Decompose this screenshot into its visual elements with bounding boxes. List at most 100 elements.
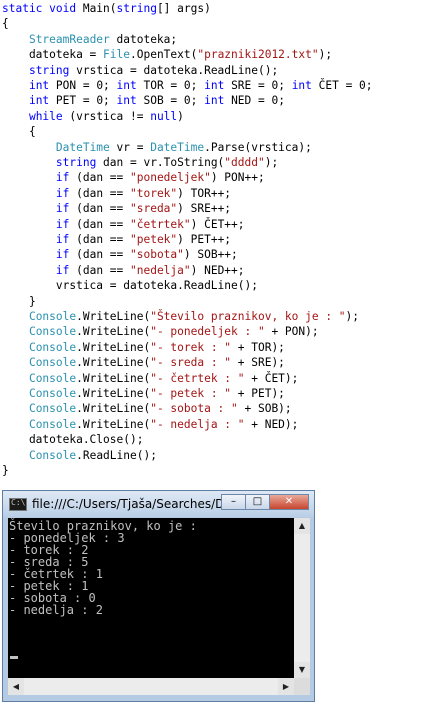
code-token: ) ČET++; [190, 217, 245, 231]
code-token: .OpenText( [130, 48, 198, 62]
code-token: .Parse(vrstica); [204, 140, 312, 154]
code-line: Console.WriteLine("- petek : " + PET); [2, 386, 285, 401]
code-token: if [55, 263, 70, 277]
code-token: .WriteLine( [76, 325, 151, 339]
code-token: Console [28, 340, 77, 354]
code-token: if [55, 186, 70, 200]
code-token: if [55, 217, 70, 231]
code-line: } [2, 294, 36, 309]
close-button[interactable]: ✕ [269, 494, 309, 510]
code-line: if (dan == "torek") TOR++; [2, 186, 231, 201]
code-token: ); [345, 310, 360, 323]
code-line: StreamReader datoteka; [2, 32, 177, 47]
code-token: Console [28, 387, 77, 400]
code-token: int [28, 79, 50, 92]
code-token: + TOR); [231, 340, 285, 354]
scroll-left-arrow-icon[interactable]: ◀ [8, 678, 24, 695]
code-line: if (dan == "četrtek") ČET++; [2, 217, 245, 232]
code-line: int PON = 0; int TOR = 0; int SRE = 0; i… [2, 78, 373, 93]
vertical-scrollbar[interactable]: ▲ ▼ [294, 518, 310, 678]
code-line: Console.WriteLine("- sobota : " + SOB); [2, 401, 292, 416]
console-window: C:\ file:///C:/Users/Tjaša/Searches/D...… [2, 490, 315, 702]
code-token: (dan == [69, 186, 130, 200]
minimize-button[interactable]: – [221, 494, 246, 510]
code-token: "četrtek" [130, 217, 191, 231]
code-token: vr = [109, 140, 151, 154]
code-token: "dddd" [224, 156, 265, 169]
code-line: string dan = vr.ToString("dddd"); [2, 155, 278, 170]
code-token: TOR = 0; [136, 79, 205, 92]
console-title-bar[interactable]: C:\ file:///C:/Users/Tjaša/Searches/D...… [3, 491, 314, 517]
code-token: .WriteLine( [76, 417, 151, 431]
code-token: + SOB); [237, 402, 292, 416]
console-output[interactable]: Število praznikov, ko je :- ponedeljek :… [8, 518, 294, 695]
code-token: DateTime [150, 140, 205, 154]
code-token: "- nedelja : " [150, 417, 245, 431]
code-line: Console.WriteLine("- ponedeljek : " + PO… [2, 324, 319, 339]
code-token: (dan == [69, 263, 130, 277]
code-token: ); [264, 156, 279, 169]
code-token: "Število praznikov, ko je : " [150, 310, 346, 323]
scroll-down-arrow-icon[interactable]: ▼ [294, 662, 310, 678]
code-token: Main( [82, 2, 117, 15]
code-token: { [2, 125, 36, 139]
code-token: if [55, 202, 70, 216]
code-line: Console.WriteLine("- sreda : " + SRE); [2, 355, 285, 370]
code-token: int [116, 94, 137, 108]
scroll-up-arrow-icon[interactable]: ▲ [294, 518, 310, 534]
code-token: "- torek : " [150, 340, 232, 354]
code-token: Console [28, 448, 77, 462]
code-line: datoteka.Close(); [2, 432, 144, 447]
code-token: int [204, 79, 225, 92]
code-token: } [2, 294, 36, 308]
scroll-right-arrow-icon[interactable]: ▶ [278, 678, 294, 695]
horizontal-scrollbar[interactable]: ◀ ▶ [8, 678, 294, 695]
code-token: .ReadLine(); [76, 448, 157, 462]
code-token: (dan == [69, 248, 130, 262]
code-token: vrstica = datoteka.ReadLine(); [2, 279, 258, 293]
code-token: if [55, 171, 70, 185]
code-token: ) SRE++; [177, 202, 232, 216]
code-token: "prazniki2012.txt" [197, 48, 319, 62]
code-token: "- sobota : " [150, 402, 238, 416]
code-token: string [28, 63, 70, 77]
code-token: int [28, 94, 50, 108]
code-editor: static void Main(string[] args){ StreamR… [2, 1, 426, 481]
code-line: while (vrstica != null) [2, 109, 184, 124]
code-token: while [28, 109, 63, 123]
code-token: ) PON++; [210, 171, 265, 185]
code-line: datoteka = File.OpenText("prazniki2012.t… [2, 47, 332, 62]
code-line: if (dan == "nedelja") NED++; [2, 263, 245, 278]
code-token: + NED); [244, 417, 299, 431]
console-output-line: - nedelja : 2 [9, 603, 103, 617]
code-line: if (dan == "sreda") SRE++; [2, 201, 231, 216]
code-token: string [55, 156, 97, 169]
code-token: [] args) [156, 2, 211, 15]
code-token: { [2, 17, 9, 31]
code-token: "- sreda : " [150, 356, 232, 370]
code-token: datoteka.Close(); [2, 433, 144, 447]
code-line: if (dan == "sobota") SOB++; [2, 247, 238, 262]
code-token: NED = 0; [224, 94, 285, 108]
code-token: ) NED++; [190, 263, 245, 277]
resize-grip[interactable] [294, 678, 310, 695]
code-token: "petek" [130, 233, 178, 246]
maximize-button[interactable]: □ [245, 494, 270, 510]
code-token: (dan == [69, 217, 130, 231]
console-window-title: file:///C:/Users/Tjaša/Searches/D... [32, 497, 236, 511]
code-token: "- četrtek : " [150, 371, 245, 385]
console-app-icon: C:\ [9, 498, 27, 511]
